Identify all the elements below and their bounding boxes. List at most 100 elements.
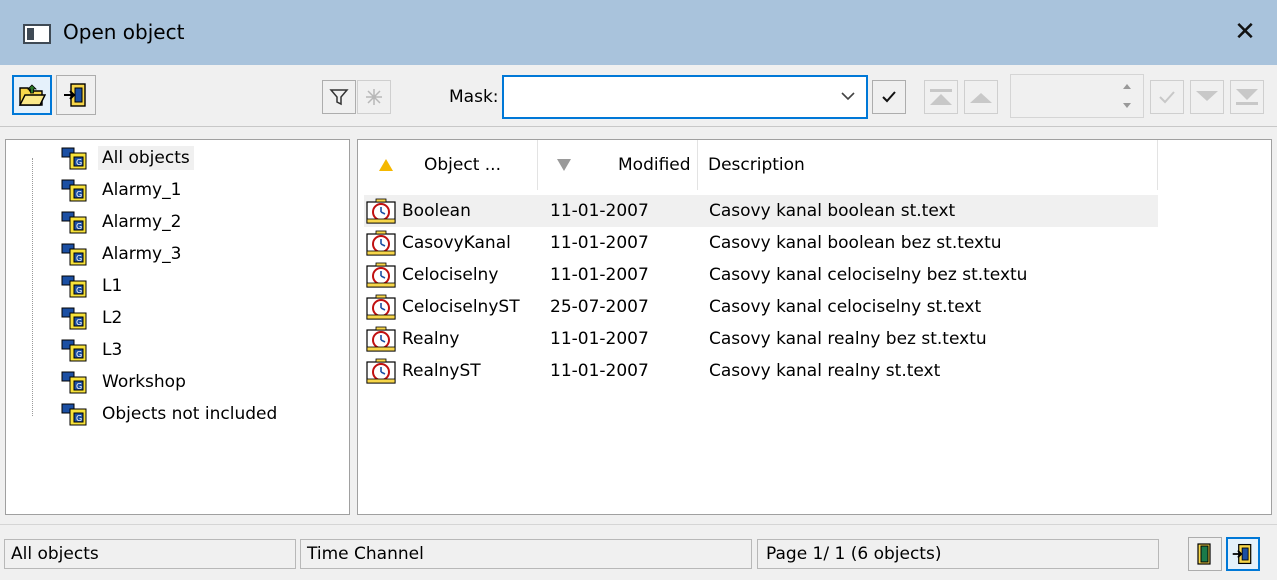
group-icon: G <box>61 275 87 298</box>
svg-text:G: G <box>76 318 82 327</box>
next-page-icon <box>1196 91 1218 101</box>
object-name: Celociselny <box>402 265 499 285</box>
mask-label: Mask: <box>449 87 499 107</box>
tree-connector <box>32 158 33 416</box>
chevron-down-icon[interactable] <box>838 86 858 106</box>
tree-item-l2[interactable]: G L2 <box>56 302 126 334</box>
checkmark-icon <box>882 91 896 103</box>
object-name: RealnyST <box>402 361 481 381</box>
object-description: Casovy kanal realny bez st.textu <box>709 329 987 349</box>
object-description: Casovy kanal celociselny bez st.textu <box>709 265 1028 285</box>
tree-item-label: L3 <box>102 340 123 360</box>
sort-descending-icon <box>557 159 571 171</box>
confirm-page-button[interactable] <box>1150 80 1184 114</box>
table-row[interactable]: RealnyST 11-01-2007 Casovy kanal realny … <box>364 355 1158 387</box>
exit-door-icon <box>1232 543 1252 565</box>
group-icon: G <box>61 403 87 426</box>
tree-item-label: Objects not included <box>102 404 278 424</box>
filter-button[interactable] <box>322 80 356 114</box>
previous-page-icon <box>970 93 992 103</box>
svg-text:G: G <box>76 222 82 231</box>
time-channel-icon <box>366 326 396 352</box>
tree-item-l3[interactable]: G L3 <box>56 334 126 366</box>
group-icon: G <box>61 243 87 266</box>
time-channel-icon <box>366 262 396 288</box>
filter-clear-button[interactable] <box>357 80 391 114</box>
table-row[interactable]: CasovyKanal 11-01-2007 Casovy kanal bool… <box>364 227 1158 259</box>
tree-item-label: Alarmy_1 <box>102 180 182 200</box>
time-channel-icon <box>366 230 396 256</box>
group-icon: G <box>61 307 87 330</box>
door-icon <box>1197 543 1211 565</box>
spin-up-icon[interactable] <box>1115 77 1139 95</box>
filter-icon <box>329 89 349 106</box>
time-channel-icon <box>366 294 396 320</box>
column-header-label: Description <box>708 155 805 175</box>
object-name: Boolean <box>402 201 471 221</box>
filter-clear-icon <box>366 89 382 105</box>
object-modified: 11-01-2007 <box>550 265 649 285</box>
group-tree[interactable]: G All objects G Alarmy_1 G Alarmy_2 G Al… <box>5 139 350 515</box>
table-row[interactable]: Realny 11-01-2007 Casovy kanal realny be… <box>364 323 1158 355</box>
group-icon: G <box>61 147 87 170</box>
table-row[interactable]: CelociselnyST 25-07-2007 Casovy kanal ce… <box>364 291 1158 323</box>
tree-item-all-objects[interactable]: G All objects <box>56 142 194 174</box>
next-page-button[interactable] <box>1190 80 1224 114</box>
open-button[interactable] <box>1226 537 1260 571</box>
object-name: CelociselnyST <box>402 297 520 317</box>
object-modified: 11-01-2007 <box>550 361 649 381</box>
column-header-modified[interactable]: Modified <box>538 140 698 190</box>
page-spinner[interactable] <box>1010 74 1144 118</box>
group-icon: G <box>61 339 87 362</box>
checkmark-icon <box>1159 91 1175 104</box>
object-name: CasovyKanal <box>402 233 511 253</box>
spin-down-icon[interactable] <box>1115 97 1139 115</box>
group-icon: G <box>61 211 87 234</box>
object-description: Casovy kanal boolean bez st.textu <box>709 233 1002 253</box>
status-object-type: Time Channel <box>300 539 752 569</box>
close-dialog-button[interactable] <box>1188 537 1222 571</box>
close-button[interactable]: ✕ <box>1228 15 1262 49</box>
tree-item-objects-not-included[interactable]: G Objects not included <box>56 398 281 430</box>
open-folder-button[interactable] <box>12 75 52 115</box>
table-row[interactable]: Boolean 11-01-2007 Casovy kanal boolean … <box>364 195 1158 227</box>
sort-ascending-icon <box>379 159 393 171</box>
tree-item-l1[interactable]: G L1 <box>56 270 126 302</box>
tree-item-workshop[interactable]: G Workshop <box>56 366 190 398</box>
window-title: Open object <box>63 20 185 44</box>
object-modified: 11-01-2007 <box>550 201 649 221</box>
column-header-description[interactable]: Description <box>698 140 1158 190</box>
open-folder-icon <box>18 84 46 106</box>
exit-door-icon <box>64 83 86 107</box>
tree-item-alarmy-2[interactable]: G Alarmy_2 <box>56 206 185 238</box>
tree-item-label: All objects <box>98 146 194 170</box>
svg-text:G: G <box>76 190 82 199</box>
exit-button[interactable] <box>56 75 96 115</box>
status-bar: All objects Time Channel Page 1/ 1 (6 ob… <box>0 524 1277 580</box>
first-page-icon <box>930 89 952 105</box>
column-header-object[interactable]: Object ... <box>358 140 538 190</box>
svg-text:G: G <box>76 382 82 391</box>
last-page-button[interactable] <box>1230 80 1264 114</box>
mask-combobox[interactable] <box>502 75 868 119</box>
object-modified: 11-01-2007 <box>550 329 649 349</box>
tree-item-alarmy-1[interactable]: G Alarmy_1 <box>56 174 185 206</box>
apply-mask-button[interactable] <box>872 80 906 114</box>
object-list[interactable]: Object ... Modified Description Boolean … <box>357 139 1272 515</box>
table-header: Object ... Modified Description <box>358 140 1158 190</box>
object-description: Casovy kanal celociselny st.text <box>709 297 982 317</box>
first-page-button[interactable] <box>924 80 958 114</box>
object-modified: 11-01-2007 <box>550 233 649 253</box>
table-row[interactable]: Celociselny 11-01-2007 Casovy kanal celo… <box>364 259 1158 291</box>
tree-item-label: Alarmy_3 <box>102 244 182 264</box>
column-header-label: Modified <box>618 155 691 175</box>
tree-item-label: L2 <box>102 308 123 328</box>
tree-item-label: Alarmy_2 <box>102 212 182 232</box>
previous-page-button[interactable] <box>964 80 998 114</box>
last-page-icon <box>1236 89 1258 105</box>
window-icon <box>23 24 51 44</box>
tree-item-alarmy-3[interactable]: G Alarmy_3 <box>56 238 185 270</box>
svg-text:G: G <box>76 414 82 423</box>
tree-item-label: L1 <box>102 276 123 296</box>
mask-input[interactable] <box>514 79 834 115</box>
